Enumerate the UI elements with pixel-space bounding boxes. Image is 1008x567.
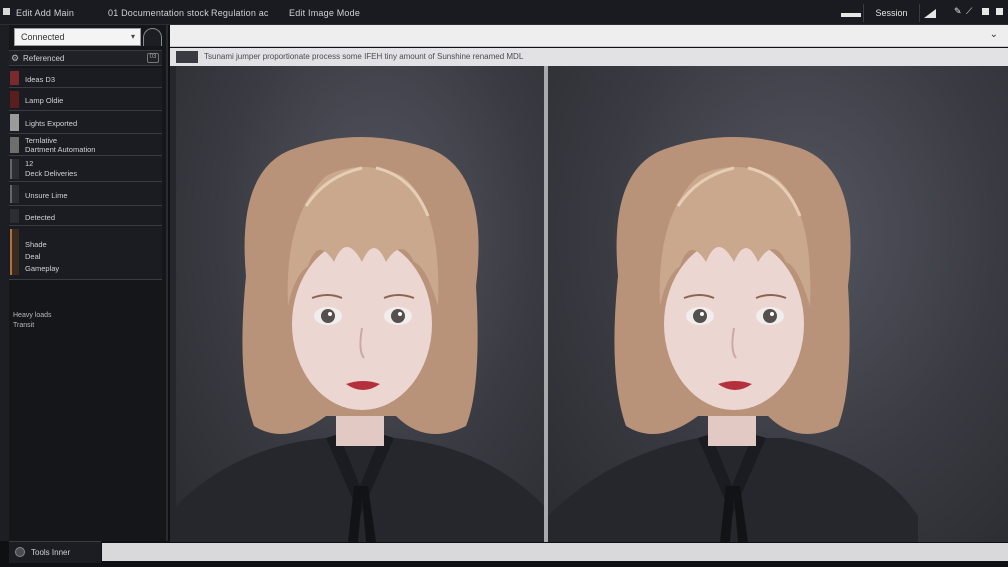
image-panel-right[interactable]	[548, 66, 1008, 542]
sidebar-item[interactable]: Shade Deal Gameplay	[9, 226, 162, 280]
sidebar-item[interactable]: 12 Deck Deliveries	[9, 156, 162, 182]
minimize-icon[interactable]	[841, 13, 861, 17]
item-thumbnail	[10, 114, 19, 131]
record-icon	[15, 547, 25, 557]
connection-select-value: Connected	[21, 32, 65, 42]
section-title: Referenced	[23, 54, 65, 63]
sidebar-footer-text: Heavy loads Transit	[13, 311, 52, 331]
window-icon[interactable]	[982, 8, 989, 15]
image-viewer	[170, 66, 1008, 542]
sidebar-footer-line: Transit	[13, 322, 35, 329]
tools-label: Tools Inner	[31, 548, 71, 557]
brush-icon[interactable]: ⟋	[966, 6, 972, 17]
portrait-image	[548, 137, 918, 542]
info-text: Tsunami jumper proportionate process som…	[204, 52, 524, 61]
item-thumbnail	[10, 71, 19, 85]
sidebar-item-sublabel: Gameplay	[25, 264, 60, 273]
main-header: ⌄	[170, 25, 1008, 47]
sidebar-item[interactable]: Lamp Oldie	[9, 88, 162, 111]
session-button[interactable]: Session	[863, 4, 920, 22]
sidebar-item-list: Ideas D3 Lamp Oldie Lights Exported Tern…	[9, 68, 162, 280]
sidebar-item[interactable]: Unsure Lime	[9, 182, 162, 206]
chevron-down-icon[interactable]: ⌄	[990, 29, 998, 40]
status-bar	[102, 543, 1008, 561]
sidebar-item-label: 12	[25, 159, 34, 168]
menu-item-edit[interactable]: Edit Add Main	[16, 8, 74, 18]
menu-item-documentation[interactable]: 01 Documentation stock	[108, 8, 209, 18]
info-bar: Tsunami jumper proportionate process som…	[170, 48, 1008, 66]
app-icon[interactable]	[3, 8, 10, 15]
portrait-image	[176, 137, 544, 542]
image-panel-left[interactable]	[176, 66, 544, 542]
sidebar-item-label: Lights Exported	[25, 119, 78, 128]
sidebar-item-label: Detected	[25, 213, 56, 222]
menu-item-image-mode[interactable]: Edit Image Mode	[289, 8, 360, 18]
sidebar-item[interactable]: Ternlative Dartment Automation	[9, 134, 162, 156]
tools-button[interactable]: Tools Inner	[9, 541, 101, 563]
combo-options-button[interactable]	[143, 28, 162, 46]
sidebar-item[interactable]: Ideas D3	[9, 68, 162, 88]
sidebar-item-sublabel: Deck Deliveries	[25, 169, 78, 178]
sidebar-item-sublabel: Dartment Automation	[25, 145, 96, 154]
menu-bar: Edit Add Main 01 Documentation stock Reg…	[0, 0, 1008, 25]
sidebar-item-sublabel: Deal	[25, 252, 41, 261]
sidebar-item-label: Shade	[25, 240, 47, 249]
item-thumbnail	[10, 137, 19, 153]
sidebar-strip	[0, 25, 9, 541]
sidebar-item-label: Lamp Oldie	[25, 96, 64, 105]
sidebar-item-label: Ideas D3	[25, 75, 56, 84]
sidebar-footer-line: Heavy loads	[13, 312, 52, 319]
sidebar-item[interactable]: Lights Exported	[9, 111, 162, 134]
chart-icon[interactable]	[924, 9, 936, 18]
item-thumbnail	[10, 185, 19, 203]
chevron-down-icon: ▾	[130, 32, 135, 41]
connection-select[interactable]: Connected ▾	[14, 28, 141, 46]
section-badge: 03	[147, 53, 159, 63]
sidebar-item-label: Unsure Lime	[25, 191, 68, 200]
item-thumbnail	[10, 209, 19, 223]
item-thumbnail	[10, 159, 19, 179]
pen-icon[interactable]: ✎	[954, 6, 962, 17]
gear-icon[interactable]: ⚙	[11, 53, 19, 64]
section-header[interactable]: ⚙ Referenced 03	[9, 50, 162, 66]
item-thumbnail	[10, 91, 19, 108]
item-thumbnail	[10, 229, 19, 275]
menu-item-regulation[interactable]: Regulation ac	[211, 8, 269, 18]
sidebar-item[interactable]: Detected	[9, 206, 162, 226]
sidebar-item-label: Ternlative	[25, 136, 58, 145]
close-icon[interactable]	[996, 8, 1003, 15]
info-icon	[176, 51, 198, 63]
